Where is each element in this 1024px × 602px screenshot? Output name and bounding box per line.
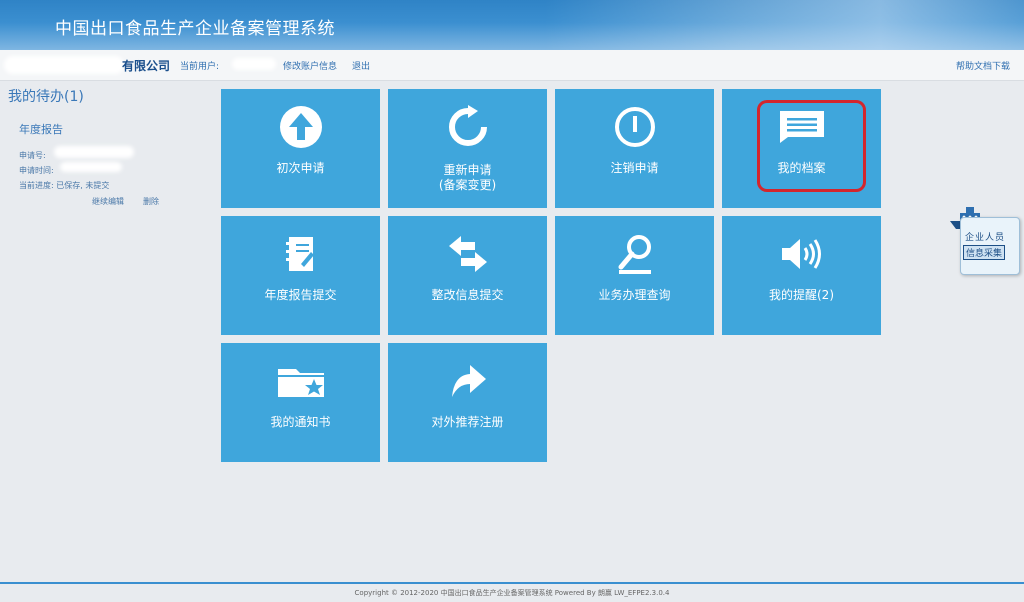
tile-rectify-submit[interactable]: 整改信息提交 <box>388 216 547 335</box>
magnifier-icon <box>555 232 714 276</box>
widget-line1: 企业人员 <box>965 233 1006 243</box>
current-user-label: 当前用户: <box>180 62 220 72</box>
apply-time-label: 申请时间: <box>19 166 54 175</box>
tile-label: 初次申请 <box>276 161 325 175</box>
staff-info-collection-widget[interactable]: 企业人员 信息采集 <box>948 205 1020 275</box>
message-list-icon <box>722 105 881 149</box>
tile-label: 重新申请 (备案变更) <box>388 163 547 193</box>
footer-copyright: Copyright © 2012-2020 中国出口食品生产企业备案管理系统 P… <box>354 589 670 597</box>
todo-title: 我的待办(1) <box>8 89 84 105</box>
tile-label: 我的提醒(2) <box>769 288 834 302</box>
tile-cancel-apply[interactable]: 注销申请 <box>555 89 714 208</box>
app-title: 中国出口食品生产企业备案管理系统 <box>55 19 335 39</box>
tile-my-reminders[interactable]: 我的提醒(2) <box>722 216 881 335</box>
tile-my-archive[interactable]: 我的档案 <box>722 89 881 208</box>
tile-label: 我的通知书 <box>270 415 331 429</box>
refresh-icon <box>388 105 547 149</box>
tile-label: 整改信息提交 <box>431 288 504 302</box>
delete-link[interactable]: 删除 <box>143 196 159 207</box>
tile-initial-apply[interactable]: 初次申请 <box>221 89 380 208</box>
tile-label: 我的档案 <box>777 161 826 175</box>
footer-divider <box>0 582 1024 584</box>
tile-business-query[interactable]: 业务办理查询 <box>555 216 714 335</box>
notebook-icon <box>221 232 380 276</box>
tile-reapply[interactable]: 重新申请 (备案变更) <box>388 89 547 208</box>
swap-arrows-icon <box>388 232 547 276</box>
power-circle-icon <box>555 105 714 149</box>
header-cloud-decoration <box>544 0 1024 50</box>
edit-account-link[interactable]: 修改账户信息 <box>283 59 337 72</box>
tile-label: 业务办理查询 <box>598 288 671 302</box>
company-name-redacted <box>4 56 124 74</box>
tile-my-notices[interactable]: 我的通知书 <box>221 343 380 462</box>
progress-label: 当前进度: 已保存, 未提交 <box>19 181 110 190</box>
apply-no-label: 申请号: <box>19 151 46 160</box>
tile-label: 注销申请 <box>610 161 659 175</box>
speaker-icon <box>722 232 881 276</box>
continue-edit-link[interactable]: 继续编辑 <box>92 196 124 207</box>
help-download-link[interactable]: 帮助文档下载 <box>956 59 1010 72</box>
tile-label: 年度报告提交 <box>264 288 337 302</box>
folder-star-icon <box>221 359 380 403</box>
tile-label-line2: (备案变更) <box>438 178 497 192</box>
tile-label-line1: 重新申请 <box>443 163 492 177</box>
tile-label: 对外推荐注册 <box>431 415 504 429</box>
todo-item-annual-report[interactable]: 年度报告 <box>19 121 63 137</box>
apply-no-redacted <box>54 146 134 158</box>
arrow-up-circle-icon <box>221 105 380 149</box>
company-name: 有限公司 <box>122 59 171 73</box>
user-bar: 有限公司 当前用户: 修改账户信息 退出 帮助文档下载 <box>0 50 1024 81</box>
share-arrow-icon <box>388 359 547 403</box>
apply-time-redacted <box>60 162 122 172</box>
current-user-redacted <box>232 58 276 70</box>
tile-external-recommend[interactable]: 对外推荐注册 <box>388 343 547 462</box>
tile-annual-report-submit[interactable]: 年度报告提交 <box>221 216 380 335</box>
app-header: 中国出口食品生产企业备案管理系统 <box>0 0 1024 50</box>
widget-line2: 信息采集 <box>963 245 1006 260</box>
logout-link[interactable]: 退出 <box>352 59 370 72</box>
